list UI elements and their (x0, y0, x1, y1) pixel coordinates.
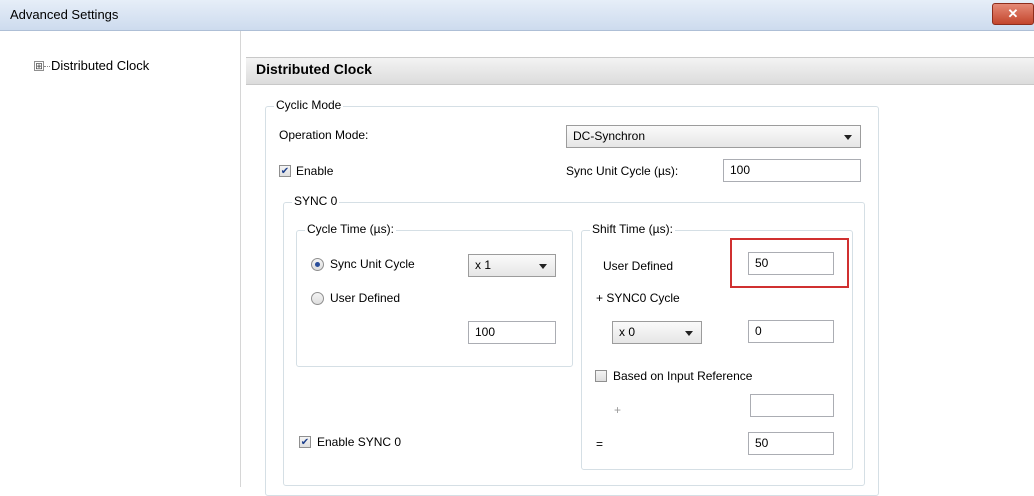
operation-mode-label: Operation Mode: (279, 128, 369, 142)
chevron-down-icon (685, 331, 693, 336)
cycle-multiplier-select[interactable]: x 1 (468, 254, 556, 277)
check-icon: ✔ (300, 437, 310, 448)
cycle-multiplier-value: x 1 (475, 258, 492, 272)
highlight-box (730, 238, 849, 288)
sync0-multiplier-value: x 0 (619, 325, 636, 339)
enable-sync0-checkbox[interactable]: ✔ (299, 436, 311, 448)
panel-title: Distributed Clock (256, 61, 372, 77)
user-defined-radio-label: User Defined (330, 291, 401, 305)
cyclic-mode-legend: Cyclic Mode (274, 98, 344, 112)
sync-unit-cycle-input[interactable]: 100 (723, 159, 861, 182)
tree-connector (44, 66, 50, 67)
shift-total-input[interactable]: 50 (748, 432, 834, 455)
cycle-time-input[interactable]: 100 (468, 321, 556, 344)
sync0-legend: SYNC 0 (292, 194, 340, 208)
sync-unit-cycle-radio-label: Sync Unit Cycle (330, 257, 415, 271)
title-bar (0, 0, 1034, 31)
input-reference-offset-input[interactable] (750, 394, 834, 417)
sync0-cycle-input[interactable]: 0 (748, 320, 834, 343)
sync-unit-cycle-radio[interactable] (311, 258, 324, 271)
cycle-time-legend: Cycle Time (µs): (305, 222, 396, 236)
plus-label: + (614, 403, 622, 417)
sync0-multiplier-select[interactable]: x 0 (612, 321, 702, 344)
enable-sync0-label: Enable SYNC 0 (317, 435, 402, 449)
radio-selected-icon (315, 262, 320, 267)
window-title: Advanced Settings (10, 7, 119, 22)
input-reference-label: Based on Input Reference (613, 369, 753, 383)
check-icon: ✔ (280, 166, 290, 177)
plus-box-icon[interactable]: ⊞ (34, 61, 44, 71)
operation-mode-value: DC-Synchron (573, 129, 646, 143)
chevron-down-icon (844, 135, 852, 140)
sync0-cycle-label: + SYNC0 Cycle (596, 291, 680, 305)
user-defined-radio[interactable] (311, 292, 324, 305)
tree-item-distributed-clock[interactable]: Distributed Clock (51, 58, 149, 73)
input-reference-checkbox[interactable] (595, 370, 607, 382)
sync-unit-cycle-label: Sync Unit Cycle (µs): (566, 164, 679, 178)
close-button[interactable]: ✕ (992, 3, 1034, 25)
close-icon: ✕ (1007, 6, 1019, 21)
enable-label: Enable (296, 164, 334, 178)
chevron-down-icon (539, 264, 547, 269)
settings-tree (0, 31, 241, 487)
shift-time-legend: Shift Time (µs): (590, 222, 675, 236)
operation-mode-select[interactable]: DC-Synchron (566, 125, 861, 148)
enable-checkbox[interactable]: ✔ (279, 165, 291, 177)
shift-user-defined-label: User Defined (603, 259, 674, 273)
equals-label: = (596, 437, 604, 451)
